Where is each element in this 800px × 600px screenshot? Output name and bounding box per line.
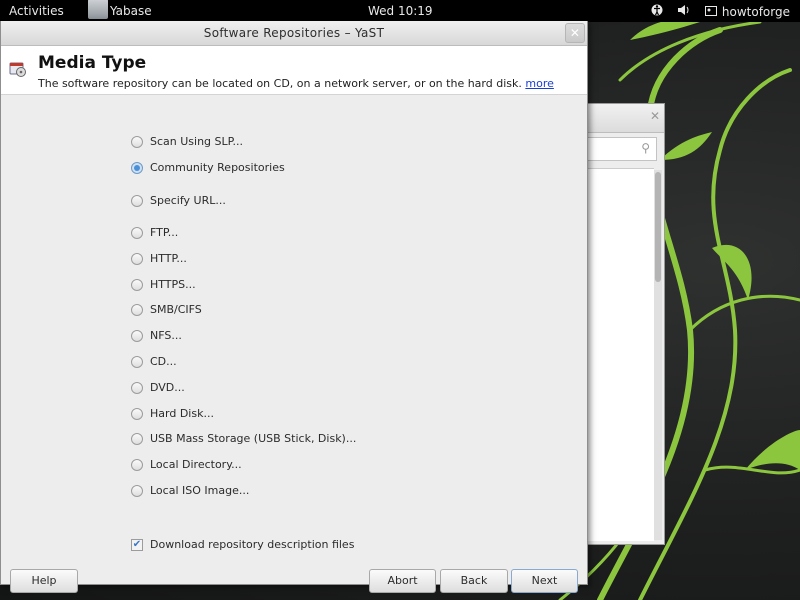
clock[interactable]: Wed 10:19 <box>368 4 433 18</box>
next-button[interactable]: Next <box>511 569 578 593</box>
media-option-label: USB Mass Storage (USB Stick, Disk)... <box>150 432 357 445</box>
search-icon: ⚲ <box>641 141 650 155</box>
checkbox-indicator[interactable]: ✔ <box>131 538 143 551</box>
app-name: Yabase <box>110 4 152 18</box>
radio-button[interactable] <box>131 194 143 207</box>
volume-icon[interactable] <box>677 4 691 19</box>
media-option-label: Hard Disk... <box>150 407 214 420</box>
media-option-6[interactable]: SMB/CIFS <box>131 303 202 316</box>
radio-button[interactable] <box>131 329 143 342</box>
abort-button[interactable]: Abort <box>369 569 436 593</box>
back-button[interactable]: Back <box>440 569 508 593</box>
help-button[interactable]: Help <box>10 569 78 593</box>
radio-button[interactable] <box>131 432 143 445</box>
radio-button[interactable] <box>131 355 143 368</box>
media-option-8[interactable]: CD... <box>131 355 177 368</box>
media-option-label: Community Repositories <box>150 161 285 174</box>
media-option-label: SMB/CIFS <box>150 303 202 316</box>
scrollbar[interactable] <box>654 170 662 540</box>
media-option-1[interactable]: Community Repositories <box>131 161 285 174</box>
software-repositories-dialog: Software Repositories – YaST ✕ Media Typ… <box>0 21 588 593</box>
radio-button[interactable] <box>131 252 143 265</box>
media-option-label: NFS... <box>150 329 182 342</box>
media-option-10[interactable]: Hard Disk... <box>131 407 214 420</box>
media-option-11[interactable]: USB Mass Storage (USB Stick, Disk)... <box>131 432 356 445</box>
activities-button[interactable]: Activities <box>9 4 64 18</box>
user-menu[interactable]: howtoforge <box>704 4 790 19</box>
media-option-9[interactable]: DVD... <box>131 381 185 394</box>
app-menu[interactable]: Yabase <box>88 0 152 22</box>
user-name: howtoforge <box>721 4 790 19</box>
close-icon[interactable]: ✕ <box>650 109 660 123</box>
media-option-2[interactable]: Specify URL... <box>131 194 226 207</box>
media-option-label: FTP... <box>150 226 179 239</box>
media-option-label: CD... <box>150 355 177 368</box>
media-option-7[interactable]: NFS... <box>131 329 182 342</box>
background-window[interactable]: ✕ ⚲ <box>586 103 665 545</box>
scrollbar-thumb[interactable] <box>655 172 661 282</box>
page-description: The software repository can be located o… <box>38 77 554 90</box>
accessibility-icon[interactable] <box>651 3 663 20</box>
media-option-3[interactable]: FTP... <box>131 226 178 239</box>
media-option-label: Specify URL... <box>150 194 226 207</box>
page-header: Media Type The software repository can b… <box>1 46 587 95</box>
radio-button[interactable] <box>131 135 143 148</box>
media-option-12[interactable]: Local Directory... <box>131 458 242 471</box>
media-option-0[interactable]: Scan Using SLP... <box>131 135 243 148</box>
system-tray: howtoforge <box>651 3 790 20</box>
media-option-label: Local Directory... <box>150 458 242 471</box>
radio-button[interactable] <box>131 161 143 174</box>
radio-button[interactable] <box>131 303 143 316</box>
background-list[interactable] <box>586 168 654 541</box>
close-icon[interactable]: ✕ <box>565 23 585 43</box>
top-bar: Activities Yabase Wed 10:19 howtoforge <box>0 0 800 22</box>
download-description-checkbox[interactable]: ✔ Download repository description files <box>131 538 354 551</box>
media-option-label: HTTPS... <box>150 278 196 291</box>
media-option-5[interactable]: HTTPS... <box>131 278 196 291</box>
radio-button[interactable] <box>131 407 143 420</box>
media-option-4[interactable]: HTTP... <box>131 252 187 265</box>
user-icon <box>704 5 717 19</box>
radio-button[interactable] <box>131 484 143 497</box>
more-link[interactable]: more <box>525 77 554 90</box>
description-text: The software repository can be located o… <box>38 77 522 90</box>
repository-icon <box>9 60 27 78</box>
download-description-label: Download repository description files <box>150 538 355 551</box>
media-option-13[interactable]: Local ISO Image... <box>131 484 249 497</box>
radio-button[interactable] <box>131 458 143 471</box>
background-window-titlebar[interactable]: ✕ <box>586 104 664 133</box>
search-input[interactable]: ⚲ <box>586 137 657 161</box>
app-icon <box>88 0 108 19</box>
media-option-label: Scan Using SLP... <box>150 135 244 148</box>
page-title: Media Type <box>38 53 147 73</box>
media-option-label: Local ISO Image... <box>150 484 250 497</box>
media-option-label: HTTP... <box>150 252 187 265</box>
window-title: Software Repositories – YaST <box>203 26 385 40</box>
window-titlebar[interactable]: Software Repositories – YaST ✕ <box>1 21 587 46</box>
radio-button[interactable] <box>131 381 143 394</box>
radio-button[interactable] <box>131 226 143 239</box>
radio-button[interactable] <box>131 278 143 291</box>
media-option-label: DVD... <box>150 381 185 394</box>
